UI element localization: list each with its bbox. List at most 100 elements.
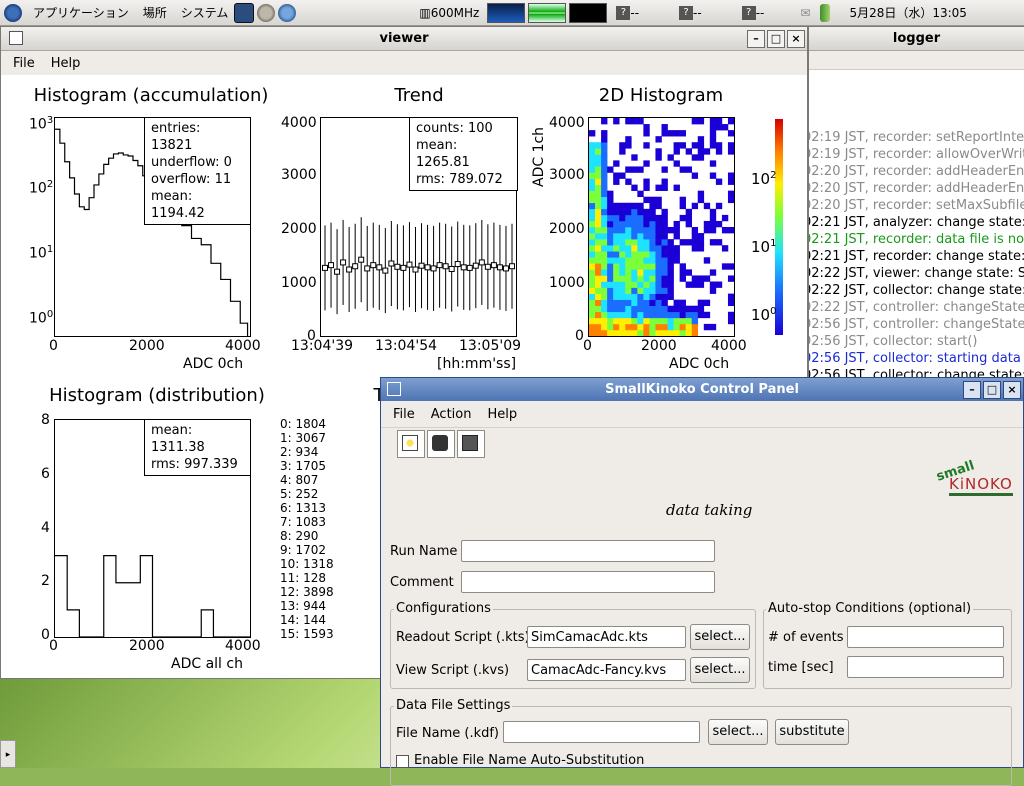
readout-select-button[interactable]: select... bbox=[690, 624, 750, 650]
hist2d-cell bbox=[595, 317, 602, 325]
readout-script-field[interactable]: SimCamacAdc.kts bbox=[527, 626, 686, 648]
weather-value-2: -- bbox=[693, 5, 702, 20]
clock[interactable]: 5月28日（水）13:05 bbox=[849, 4, 967, 21]
log-line: 02:20 JST, recorder: setMaxSubfile bbox=[809, 198, 1024, 213]
view-select-button[interactable]: select... bbox=[690, 657, 750, 683]
hist2d-cell bbox=[607, 190, 614, 198]
hist2d-cell bbox=[607, 275, 614, 282]
hist2d-cell bbox=[607, 281, 614, 288]
hist2d-cell bbox=[625, 269, 632, 276]
hist2d-cell bbox=[589, 196, 596, 204]
hist-acc-title: Histogram (accumulation) bbox=[33, 85, 269, 106]
hist2d-cell bbox=[649, 251, 656, 258]
log-line: 02:21 JST, analyzer: change state: bbox=[809, 215, 1024, 230]
hist2d-cell bbox=[727, 118, 734, 125]
hist2d-cell bbox=[655, 239, 662, 246]
hist2d-cell bbox=[709, 287, 717, 294]
viewer-titlebar[interactable]: viewer – □ × bbox=[1, 27, 807, 51]
hist2d-cell bbox=[637, 251, 644, 258]
memory-monitor-icon[interactable] bbox=[528, 2, 567, 23]
menu-system[interactable]: システム bbox=[181, 4, 229, 21]
cp-menu-file[interactable]: File bbox=[393, 407, 415, 422]
window-menu-icon[interactable] bbox=[9, 31, 23, 45]
trend-point bbox=[364, 265, 371, 272]
hist2d-cell bbox=[721, 124, 729, 131]
bottom-panel-arrow[interactable]: ▸ bbox=[0, 740, 16, 768]
window-menu-icon[interactable] bbox=[387, 382, 401, 396]
terminal-icon[interactable] bbox=[234, 2, 255, 23]
control-panel-titlebar[interactable]: SmallKinoko Control Panel – □ × bbox=[381, 378, 1023, 402]
close-button[interactable]: × bbox=[1003, 381, 1021, 399]
envelope-icon[interactable]: ✉ bbox=[800, 6, 810, 20]
save-button[interactable] bbox=[457, 430, 485, 458]
channel-list-item: 2: 934 bbox=[280, 445, 319, 459]
hist2d-cell bbox=[625, 202, 632, 210]
hist2d-cell bbox=[625, 275, 632, 282]
hist2d-xtick-2: 4000 bbox=[711, 338, 747, 354]
hist2d-cell bbox=[649, 287, 656, 294]
log-line: 02:56 JST, collector: starting data t bbox=[809, 351, 1024, 366]
hist2d-cell bbox=[727, 172, 734, 179]
network-monitor-icon[interactable] bbox=[569, 2, 608, 23]
hist2d-cell bbox=[625, 118, 632, 125]
hist2d-cell bbox=[625, 263, 632, 270]
hist2d-cell bbox=[649, 227, 656, 234]
hist2d-cell bbox=[619, 287, 626, 294]
filename-field[interactable] bbox=[503, 721, 700, 743]
hist2d-cell bbox=[601, 263, 608, 270]
minimize-button[interactable]: – bbox=[747, 30, 765, 48]
hist2d-cell bbox=[595, 293, 602, 300]
hist-acc-stat-overflow: overflow: 11 bbox=[151, 172, 232, 187]
hist2d-cell bbox=[613, 160, 620, 167]
viewer-menu-help[interactable]: Help bbox=[51, 56, 81, 71]
view-script-field[interactable]: CamacAdc-Fancy.kvs bbox=[527, 659, 686, 681]
cp-menu-action[interactable]: Action bbox=[431, 407, 472, 422]
hist2d-cell bbox=[643, 287, 650, 294]
trend-point bbox=[418, 262, 425, 269]
hist2d-cell bbox=[631, 281, 638, 288]
autosub-checkbox[interactable] bbox=[396, 755, 409, 768]
hist2d-cell bbox=[661, 263, 668, 270]
minimize-button[interactable]: – bbox=[963, 381, 981, 399]
menu-places[interactable]: 場所 bbox=[143, 4, 167, 21]
trend-stat-counts: counts: 100 bbox=[416, 121, 493, 136]
trend-point bbox=[394, 263, 401, 270]
open-button[interactable] bbox=[427, 430, 455, 458]
hist2d-cell bbox=[709, 124, 717, 131]
hist2d-cell bbox=[685, 305, 693, 313]
hist2d-cell bbox=[589, 245, 596, 252]
events-field[interactable] bbox=[847, 626, 1004, 648]
maximize-button[interactable]: □ bbox=[983, 381, 1001, 399]
hist2d-cell bbox=[643, 239, 650, 246]
hist2d-cell bbox=[601, 233, 608, 240]
run-name-field[interactable] bbox=[461, 540, 715, 562]
cpu-monitor-icon[interactable] bbox=[487, 2, 526, 23]
new-button[interactable] bbox=[397, 430, 425, 458]
gnu-icon[interactable] bbox=[257, 3, 276, 22]
hist2d-cell bbox=[709, 142, 717, 149]
hist2d-cell bbox=[637, 214, 644, 222]
hist2d-cell bbox=[601, 148, 608, 155]
cp-menu-help[interactable]: Help bbox=[487, 407, 517, 422]
browser-icon[interactable] bbox=[278, 3, 297, 22]
filename-select-button[interactable]: select... bbox=[708, 719, 768, 745]
maximize-button[interactable]: □ bbox=[767, 30, 785, 48]
logger-titlebar[interactable]: logger bbox=[809, 27, 1024, 51]
menu-applications[interactable]: アプリケーション bbox=[33, 4, 129, 21]
hist2d-cell bbox=[601, 214, 608, 222]
hist2d-cell bbox=[709, 172, 717, 179]
hist2d-cell bbox=[601, 305, 608, 313]
hist2d-cell bbox=[631, 227, 638, 234]
hist2d-cell bbox=[697, 190, 705, 198]
hist2d-cell bbox=[589, 233, 596, 240]
hist2d-cell bbox=[619, 305, 626, 313]
hist2d-cell bbox=[655, 317, 662, 325]
time-field[interactable] bbox=[847, 656, 1004, 678]
close-button[interactable]: × bbox=[787, 30, 805, 48]
fedora-logo-icon[interactable] bbox=[4, 3, 22, 22]
hist2d-ytick-1: 3000 bbox=[549, 167, 585, 183]
hist2d-cell bbox=[673, 227, 680, 234]
comment-field[interactable] bbox=[461, 571, 715, 593]
substitute-button[interactable]: substitute bbox=[775, 719, 849, 745]
viewer-menu-file[interactable]: File bbox=[13, 56, 35, 71]
